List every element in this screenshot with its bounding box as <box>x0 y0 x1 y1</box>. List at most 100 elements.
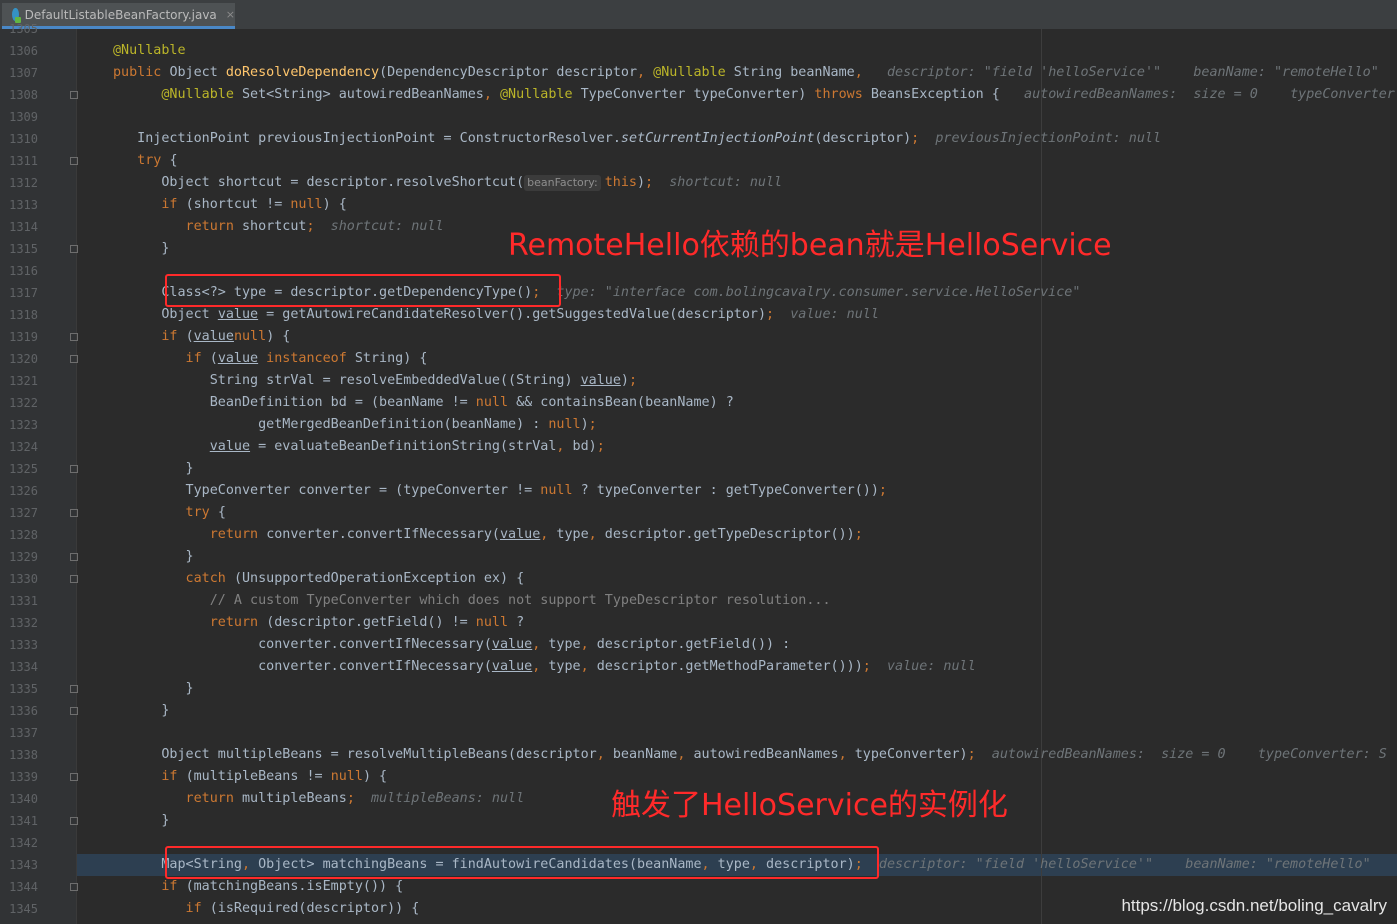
line-number[interactable]: 1312 <box>0 172 38 194</box>
line-number[interactable]: 1305 <box>0 18 38 40</box>
line-number[interactable]: 1339 <box>0 766 38 788</box>
line-number[interactable]: 1306 <box>0 40 38 62</box>
code-line[interactable]: return shortcut; shortcut: null <box>113 216 444 238</box>
inline-debug-value: previousInjectionPoint: null <box>919 131 1162 146</box>
line-number[interactable]: 1310 <box>0 128 38 150</box>
code-line[interactable]: converter.convertIfNecessary(value, type… <box>113 656 976 678</box>
code-line[interactable]: TypeConverter converter = (typeConverter… <box>113 480 887 502</box>
code-line[interactable]: if (shortcut != null) { <box>113 194 346 216</box>
code-line[interactable]: Object shortcut = descriptor.resolveShor… <box>113 172 782 194</box>
fold-marker-icon[interactable] <box>70 685 78 693</box>
code-line[interactable]: BeanDefinition bd = (beanName != null &&… <box>113 392 734 414</box>
code-token: return <box>113 615 267 630</box>
code-line[interactable]: if (value instanceof String) { <box>113 348 428 370</box>
code-line[interactable]: } <box>113 810 169 832</box>
fold-marker-icon[interactable] <box>70 465 78 473</box>
code-token: @Nullable <box>653 65 734 80</box>
fold-marker-icon[interactable] <box>70 553 78 561</box>
code-line[interactable]: return multipleBeans; multipleBeans: nul… <box>113 788 525 810</box>
fold-marker-icon[interactable] <box>70 883 78 891</box>
line-number[interactable]: 1337 <box>0 722 38 744</box>
line-number[interactable]: 1327 <box>0 502 38 524</box>
code-line[interactable]: if (valuenull) { <box>113 326 290 348</box>
line-number[interactable]: 1343 <box>0 854 38 876</box>
line-number[interactable]: 1320 <box>0 348 38 370</box>
code-line[interactable]: } <box>113 458 194 480</box>
code-line[interactable]: try { <box>113 150 177 172</box>
parameter-hint: beanFactory: <box>524 175 601 191</box>
code-token: (multipleBeans != <box>185 769 331 784</box>
code-line[interactable]: getMergedBeanDefinition(beanName) : null… <box>113 414 597 436</box>
line-number[interactable]: 1345 <box>0 898 38 920</box>
line-number[interactable]: 1328 <box>0 524 38 546</box>
close-icon[interactable]: × <box>226 8 235 21</box>
fold-marker-icon[interactable] <box>70 575 78 583</box>
code-line[interactable]: if (isRequired(descriptor)) { <box>113 898 420 920</box>
code-line[interactable]: Object multipleBeans = resolveMultipleBe… <box>113 744 1386 766</box>
line-number[interactable]: 1317 <box>0 282 38 304</box>
line-number[interactable]: 1344 <box>0 876 38 898</box>
code-line[interactable]: InjectionPoint previousInjectionPoint = … <box>113 128 1161 150</box>
line-number[interactable]: 1338 <box>0 744 38 766</box>
line-number[interactable]: 1321 <box>0 370 38 392</box>
line-number[interactable]: 1308 <box>0 84 38 106</box>
line-number[interactable]: 1319 <box>0 326 38 348</box>
line-number[interactable]: 1318 <box>0 304 38 326</box>
fold-marker-icon[interactable] <box>70 355 78 363</box>
line-number[interactable]: 1340 <box>0 788 38 810</box>
code-line[interactable]: return (descriptor.getField() != null ? <box>113 612 524 634</box>
code-line[interactable]: Object value = getAutowireCandidateResol… <box>113 304 879 326</box>
line-number[interactable]: 1311 <box>0 150 38 172</box>
code-line[interactable]: public Object doResolveDependency(Depend… <box>113 62 1379 84</box>
line-number[interactable]: 1342 <box>0 832 38 854</box>
highlight-box-find-autowire-candidates <box>165 846 879 879</box>
code-line[interactable]: value = evaluateBeanDefinitionString(str… <box>113 436 605 458</box>
line-number[interactable]: 1316 <box>0 260 38 282</box>
code-line[interactable]: } <box>113 546 194 568</box>
code-line[interactable]: converter.convertIfNecessary(value, type… <box>113 634 790 656</box>
fold-marker-icon[interactable] <box>70 245 78 253</box>
line-number[interactable]: 1329 <box>0 546 38 568</box>
code-line[interactable]: @Nullable <box>113 40 186 62</box>
fold-marker-icon[interactable] <box>70 707 78 715</box>
line-number[interactable]: 1334 <box>0 656 38 678</box>
line-number[interactable]: 1322 <box>0 392 38 414</box>
line-number[interactable]: 1341 <box>0 810 38 832</box>
line-number[interactable]: 1333 <box>0 634 38 656</box>
line-number[interactable]: 1307 <box>0 62 38 84</box>
code-line[interactable]: // A custom TypeConverter which does not… <box>113 590 831 612</box>
line-number[interactable]: 1323 <box>0 414 38 436</box>
fold-marker-icon[interactable] <box>70 157 78 165</box>
code-token: (isRequired(descriptor)) { <box>209 901 420 916</box>
code-line[interactable]: try { <box>113 502 226 524</box>
code-line[interactable]: @Nullable Set<String> autowiredBeanNames… <box>113 84 1395 106</box>
fold-marker-icon[interactable] <box>70 509 78 517</box>
line-number[interactable]: 1324 <box>0 436 38 458</box>
line-number[interactable]: 1330 <box>0 568 38 590</box>
code-token: return <box>113 527 267 542</box>
code-token: bd) <box>572 439 597 454</box>
line-number[interactable]: 1325 <box>0 458 38 480</box>
code-line[interactable]: return converter.convertIfNecessary(valu… <box>113 524 863 546</box>
fold-marker-icon[interactable] <box>70 817 78 825</box>
code-line[interactable]: String strVal = resolveEmbeddedValue((St… <box>113 370 637 392</box>
code-token: Object <box>169 65 226 80</box>
code-line[interactable]: } <box>113 238 169 260</box>
line-number[interactable]: 1309 <box>0 106 38 128</box>
code-line[interactable]: if (multipleBeans != null) { <box>113 766 387 788</box>
code-line[interactable]: } <box>113 678 194 700</box>
code-line[interactable]: if (matchingBeans.isEmpty()) { <box>113 876 403 898</box>
line-number[interactable]: 1332 <box>0 612 38 634</box>
line-number[interactable]: 1335 <box>0 678 38 700</box>
line-number[interactable]: 1313 <box>0 194 38 216</box>
line-number[interactable]: 1326 <box>0 480 38 502</box>
line-number[interactable]: 1315 <box>0 238 38 260</box>
fold-marker-icon[interactable] <box>70 773 78 781</box>
code-line[interactable]: catch (UnsupportedOperationException ex)… <box>113 568 525 590</box>
line-number[interactable]: 1314 <box>0 216 38 238</box>
fold-marker-icon[interactable] <box>70 333 78 341</box>
fold-marker-icon[interactable] <box>70 91 78 99</box>
line-number[interactable]: 1336 <box>0 700 38 722</box>
line-number[interactable]: 1331 <box>0 590 38 612</box>
code-line[interactable]: } <box>113 700 169 722</box>
